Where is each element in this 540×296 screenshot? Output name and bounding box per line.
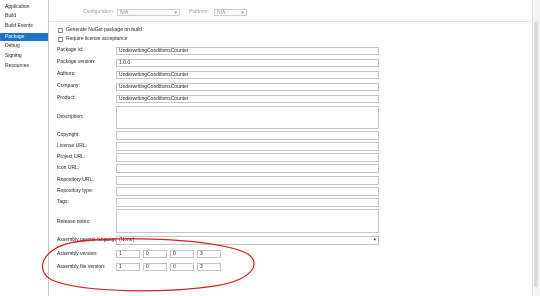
scrollbar-thumb[interactable]: [534, 22, 538, 287]
annotation-circle: [42, 238, 255, 292]
